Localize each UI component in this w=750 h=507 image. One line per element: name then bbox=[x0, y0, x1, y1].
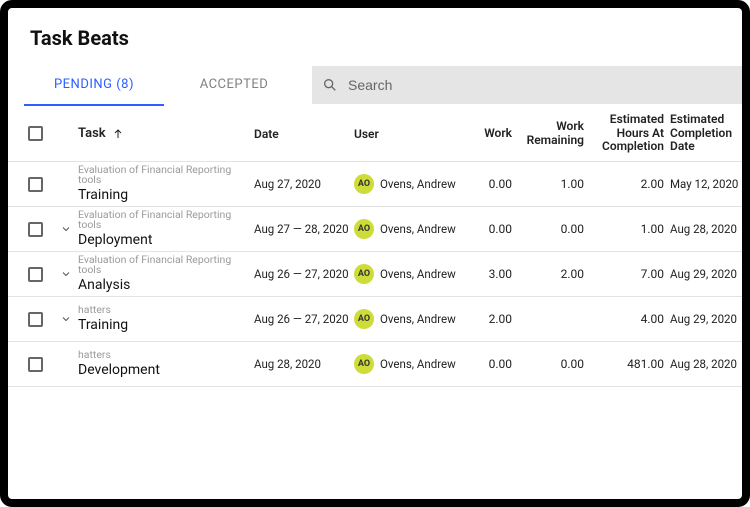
chevron-down-icon[interactable] bbox=[60, 268, 72, 280]
row-checkbox[interactable] bbox=[28, 357, 43, 372]
row-checkbox[interactable] bbox=[28, 222, 43, 237]
avatar: AO bbox=[354, 309, 374, 329]
date-cell: Aug 27, 2020 bbox=[254, 177, 354, 191]
project-label: Evaluation of Financial Reporting tools bbox=[78, 165, 254, 186]
task-name[interactable]: Analysis bbox=[78, 278, 254, 293]
ecd-cell: Aug 29, 2020 bbox=[664, 267, 744, 281]
work-cell: 0.00 bbox=[464, 357, 512, 371]
estimated-cell: 7.00 bbox=[584, 267, 664, 281]
page-title: Task Beats bbox=[8, 22, 742, 64]
row-checkbox[interactable] bbox=[28, 177, 43, 192]
app-window: Task Beats PENDING (8) ACCEPTED bbox=[0, 0, 750, 507]
header-user[interactable]: User bbox=[354, 127, 379, 141]
estimated-cell: 481.00 bbox=[584, 357, 664, 371]
project-label: hatters bbox=[78, 350, 254, 361]
select-all-checkbox[interactable] bbox=[28, 126, 43, 141]
avatar: AO bbox=[354, 264, 374, 284]
avatar: AO bbox=[354, 174, 374, 194]
remaining-cell: 0.00 bbox=[512, 357, 584, 371]
work-cell: 0.00 bbox=[464, 177, 512, 191]
search-input[interactable] bbox=[348, 77, 732, 93]
estimated-cell: 1.00 bbox=[584, 222, 664, 236]
user-name: Ovens, Andrew bbox=[380, 222, 456, 236]
date-cell: Aug 26 — 27, 2020 bbox=[254, 312, 354, 326]
remaining-cell: 0.00 bbox=[512, 222, 584, 236]
work-cell: 0.00 bbox=[464, 222, 512, 236]
remaining-cell: 2.00 bbox=[512, 267, 584, 281]
table-row: Evaluation of Financial Reporting toolsA… bbox=[8, 252, 742, 297]
task-name[interactable]: Training bbox=[78, 318, 254, 333]
remaining-cell: 1.00 bbox=[512, 177, 584, 191]
avatar: AO bbox=[354, 219, 374, 239]
estimated-cell: 4.00 bbox=[584, 312, 664, 326]
task-name[interactable]: Deployment bbox=[78, 233, 254, 248]
tab-pending-label: PENDING (8) bbox=[54, 77, 134, 92]
user-name: Ovens, Andrew bbox=[380, 357, 456, 371]
user-name: Ovens, Andrew bbox=[380, 312, 456, 326]
estimated-cell: 2.00 bbox=[584, 177, 664, 191]
project-label: hatters bbox=[78, 305, 254, 316]
avatar: AO bbox=[354, 354, 374, 374]
tab-pending[interactable]: PENDING (8) bbox=[24, 64, 164, 106]
user-name: Ovens, Andrew bbox=[380, 177, 456, 191]
task-name[interactable]: Development bbox=[78, 363, 254, 378]
row-checkbox[interactable] bbox=[28, 312, 43, 327]
ecd-cell: May 12, 2020 bbox=[664, 177, 744, 191]
work-cell: 3.00 bbox=[464, 267, 512, 281]
header-ecd[interactable]: Estimated Completion Date bbox=[670, 112, 732, 154]
table-row: hattersDevelopmentAug 28, 2020AOOvens, A… bbox=[8, 342, 742, 387]
ecd-cell: Aug 28, 2020 bbox=[664, 357, 744, 371]
search-icon bbox=[322, 77, 338, 93]
chevron-down-icon[interactable] bbox=[60, 313, 72, 325]
task-name[interactable]: Training bbox=[78, 188, 254, 203]
task-table: Task Date User Work Work Remaining Estim… bbox=[8, 106, 742, 387]
header-date[interactable]: Date bbox=[254, 127, 279, 141]
ecd-cell: Aug 29, 2020 bbox=[664, 312, 744, 326]
sort-asc-icon bbox=[112, 128, 124, 140]
header-task[interactable]: Task bbox=[78, 126, 106, 141]
header-work[interactable]: Work bbox=[484, 126, 512, 140]
table-row: Evaluation of Financial Reporting tools D… bbox=[8, 207, 742, 252]
row-checkbox[interactable] bbox=[28, 267, 43, 282]
table-row: hatters TrainingAug 26 — 27, 2020AO Ovens,… bbox=[8, 297, 742, 342]
header-remaining[interactable]: Work Remaining bbox=[527, 119, 584, 147]
header-estimated[interactable]: Estimated Hours At Completion bbox=[602, 112, 664, 154]
toolbar: PENDING (8) ACCEPTED bbox=[8, 64, 742, 106]
chevron-down-icon[interactable] bbox=[60, 223, 72, 235]
table-header: Task Date User Work Work Remaining Estim… bbox=[8, 106, 742, 162]
work-cell: 2.00 bbox=[464, 312, 512, 326]
project-label: Evaluation of Financial Reporting tools bbox=[78, 255, 254, 276]
search-box[interactable] bbox=[312, 66, 742, 104]
date-cell: Aug 28, 2020 bbox=[254, 357, 354, 371]
tab-accepted[interactable]: ACCEPTED bbox=[164, 64, 304, 106]
ecd-cell: Aug 28, 2020 bbox=[664, 222, 744, 236]
project-label: Evaluation of Financial Reporting tools bbox=[78, 210, 254, 231]
date-cell: Aug 27 — 28, 2020 bbox=[254, 222, 354, 236]
table-row: Evaluation of Financial Reporting tools T… bbox=[8, 162, 742, 207]
tab-accepted-label: ACCEPTED bbox=[200, 77, 269, 92]
user-name: Ovens, Andrew bbox=[380, 267, 456, 281]
date-cell: Aug 26 — 27, 2020 bbox=[254, 267, 354, 281]
